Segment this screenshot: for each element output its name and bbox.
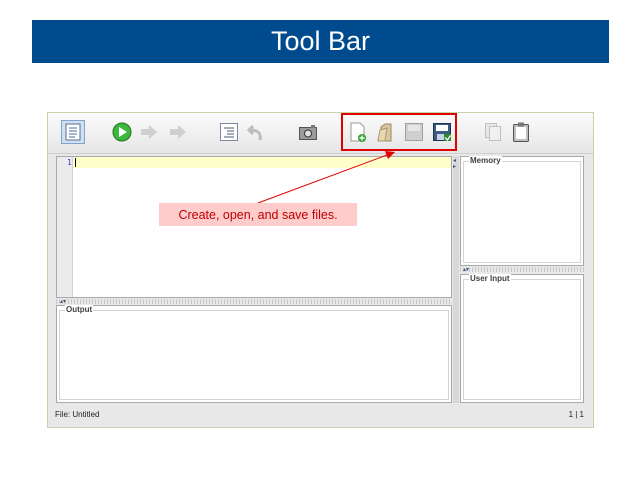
callout-pointer	[257, 151, 395, 204]
callout-text: Create, open, and save files.	[178, 207, 338, 222]
annotation-callout: Create, open, and save files.	[159, 203, 357, 226]
